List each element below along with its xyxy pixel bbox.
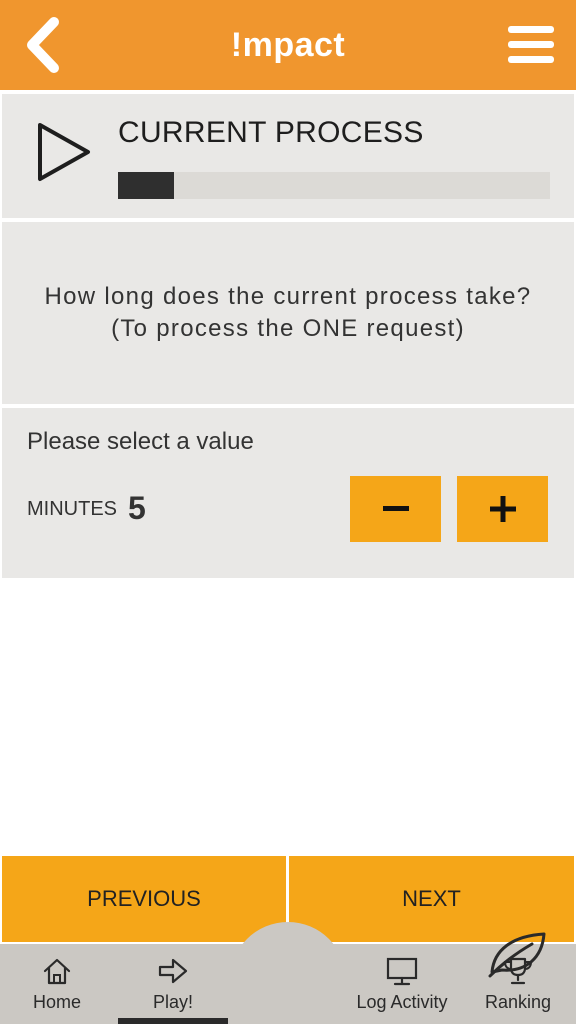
plus-icon (489, 496, 516, 522)
arrow-right-icon (158, 958, 188, 984)
home-icon (43, 958, 71, 985)
tab-log-activity-label: Log Activity (356, 992, 448, 1012)
tab-log-activity[interactable]: Log Activity (352, 944, 452, 1024)
minus-icon (382, 506, 409, 511)
menu-icon-bar (508, 41, 554, 48)
previous-button[interactable]: PREVIOUS (2, 856, 286, 942)
question-text: How long does the current process take? (44, 283, 532, 310)
app-title: !mpact (230, 26, 346, 64)
monitor-icon (386, 957, 418, 986)
trophy-icon (503, 957, 533, 985)
unit-label: MINUTES (27, 498, 117, 520)
progress-fill (118, 172, 175, 199)
tab-home-label: Home (32, 992, 81, 1012)
value-display: 5 (128, 490, 146, 526)
tab-home[interactable]: Home (22, 944, 92, 1024)
tab-play[interactable]: Play! (138, 944, 208, 1024)
process-panel: CURRENT PROCESS (2, 94, 574, 218)
question-subtext: (To process the ONE request) (111, 315, 465, 342)
select-prompt: Please select a value (27, 428, 254, 455)
play-icon (38, 123, 90, 181)
question-panel: How long does the current process take? … (2, 222, 574, 404)
active-tab-indicator (118, 1018, 228, 1024)
process-title: CURRENT PROCESS (118, 116, 424, 149)
progress-bar (118, 172, 550, 199)
menu-icon-bar (508, 26, 554, 33)
tab-ranking-label: Ranking (484, 992, 552, 1012)
decrement-button[interactable] (350, 476, 441, 542)
menu-button[interactable] (508, 26, 554, 64)
value-selector-panel: Please select a value MINUTES 5 (2, 408, 574, 578)
bottom-tab-bar: Home Play! Log Activity Ranking (0, 922, 576, 1024)
increment-button[interactable] (457, 476, 548, 542)
tab-ranking[interactable]: Ranking (480, 944, 556, 1024)
tab-play-label: Play! (152, 992, 194, 1012)
app-header: !mpact (0, 0, 576, 90)
menu-icon-bar (508, 56, 554, 63)
